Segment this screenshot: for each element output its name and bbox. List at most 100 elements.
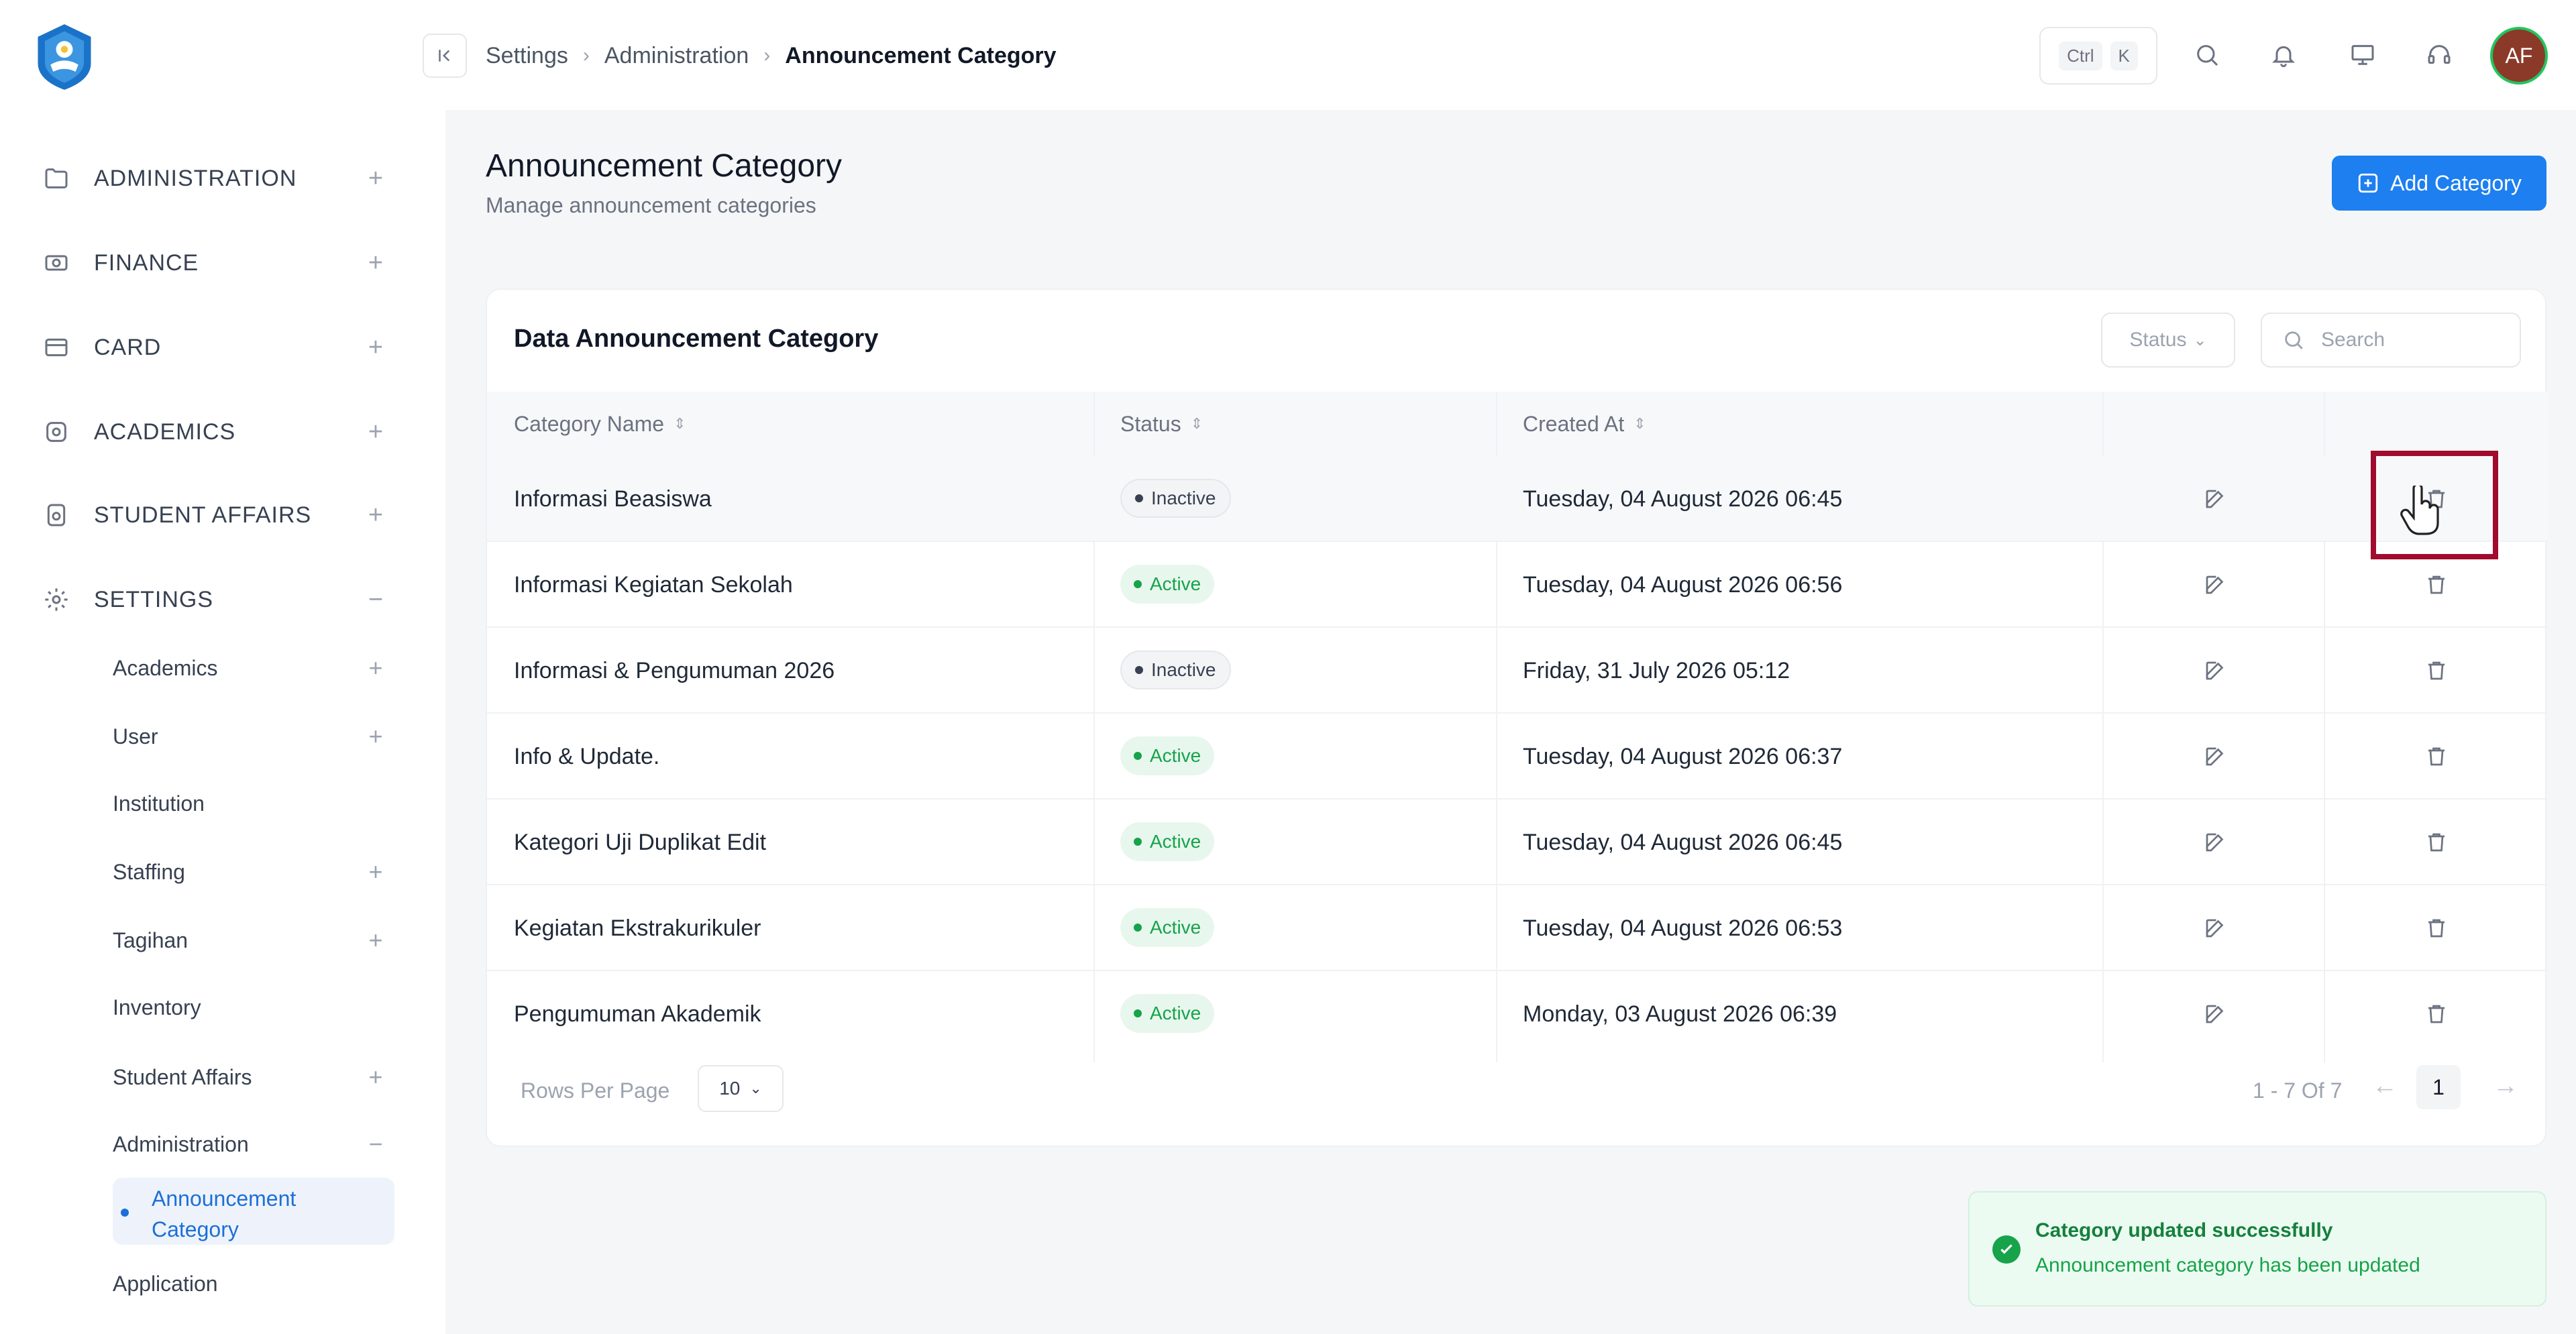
category-name: Informasi Beasiswa	[514, 486, 712, 512]
prev-page-arrow-icon[interactable]: ←	[2372, 1072, 2398, 1101]
table-row: Info & Update. Active Tuesday, 04 August…	[487, 714, 2548, 799]
table-header: Category Name ⇕ Status ⇕ Created At ⇕	[487, 392, 2548, 456]
folder-icon	[40, 162, 72, 194]
edit-icon	[2206, 575, 2224, 594]
breadcrumb: Settings › Administration › Announcement…	[486, 39, 1057, 72]
expand-icon: +	[368, 417, 384, 446]
collapse-left-icon	[439, 50, 450, 62]
sidebar-item-inventory[interactable]: Inventory	[113, 986, 389, 1029]
status-badge: Active	[1120, 565, 1215, 604]
search-button[interactable]	[2188, 36, 2226, 74]
delete-button[interactable]	[2419, 911, 2454, 946]
sidebar-item-label: Administration	[113, 1131, 249, 1156]
sidebar-item-label: Application	[113, 1271, 218, 1296]
status-filter-label: Status	[2129, 329, 2187, 351]
delete-button[interactable]	[2419, 825, 2454, 860]
delete-button[interactable]	[2419, 739, 2454, 774]
nav-card[interactable]: CARD +	[40, 323, 389, 372]
notifications-button[interactable]	[2265, 36, 2302, 74]
student-affairs-icon	[40, 499, 72, 531]
sidebar-item-label: Student Affairs	[113, 1064, 252, 1089]
edit-icon	[2206, 747, 2224, 766]
column-header-status[interactable]: Status ⇕	[1120, 392, 1203, 456]
command-search-button[interactable]: Ctrl K	[2039, 27, 2157, 85]
edit-button[interactable]	[2198, 653, 2233, 688]
sidebar-item-label: Staffing	[113, 859, 185, 884]
status-filter-select[interactable]: Status ⌄	[2101, 313, 2235, 368]
headset-icon	[2428, 45, 2451, 64]
avatar[interactable]: AF	[2490, 27, 2548, 85]
edit-button[interactable]	[2198, 825, 2233, 860]
collapse-icon: −	[368, 1130, 383, 1158]
edit-button[interactable]	[2198, 739, 2233, 774]
hand-cursor-icon	[2400, 486, 2439, 535]
edit-icon	[2206, 1005, 2224, 1023]
edit-icon	[2206, 833, 2224, 852]
status-badge: Inactive	[1120, 651, 1231, 689]
expand-icon: +	[368, 722, 383, 750]
display-button[interactable]	[2344, 36, 2381, 74]
sidebar-item-user[interactable]: User +	[113, 715, 389, 758]
chevron-down-icon: ⌄	[749, 1080, 762, 1097]
category-name: Info & Update.	[514, 743, 660, 769]
monitor-icon	[2351, 45, 2374, 65]
sidebar-item-announcement-category[interactable]: Announcement Category	[113, 1178, 394, 1245]
nav-label: ADMINISTRATION	[94, 165, 297, 191]
category-name: Pengumuman Akademik	[514, 1001, 761, 1027]
edit-button[interactable]	[2198, 911, 2233, 946]
edit-button[interactable]	[2198, 482, 2233, 516]
nav-label: ACADEMICS	[94, 419, 236, 445]
column-label: Category Name	[514, 411, 665, 436]
nav-student-affairs[interactable]: STUDENT AFFAIRS +	[40, 491, 389, 539]
sidebar-item-label: Institution	[113, 791, 205, 816]
institution-logo[interactable]	[30, 21, 99, 91]
edit-icon	[2206, 661, 2224, 680]
category-name: Informasi Kegiatan Sekolah	[514, 571, 793, 598]
breadcrumb-settings[interactable]: Settings	[486, 43, 568, 69]
sidebar-item-institution[interactable]: Institution	[113, 782, 389, 825]
nav-administration[interactable]: ADMINISTRATION +	[40, 154, 389, 203]
expand-icon: +	[368, 654, 383, 681]
status-badge: Inactive	[1120, 479, 1231, 518]
breadcrumb-current: Announcement Category	[785, 42, 1057, 68]
trash-icon	[2428, 661, 2445, 680]
search-input[interactable]: Search	[2261, 313, 2521, 368]
page-number-button[interactable]: 1	[2416, 1065, 2461, 1109]
breadcrumb-administration[interactable]: Administration	[604, 43, 749, 69]
rows-per-page-select[interactable]: 10 ⌄	[698, 1065, 784, 1112]
trash-icon	[2428, 575, 2445, 594]
sidebar-item-staffing[interactable]: Staffing +	[113, 850, 389, 893]
delete-button[interactable]	[2419, 567, 2454, 602]
sidebar-item-administration[interactable]: Administration −	[113, 1123, 389, 1166]
check-circle-icon	[1992, 1235, 2021, 1264]
edit-icon	[2206, 919, 2224, 938]
edit-button[interactable]	[2198, 567, 2233, 602]
delete-button[interactable]	[2419, 997, 2454, 1032]
bell-icon	[2272, 46, 2295, 68]
table-row: Kategori Uji Duplikat Edit Active Tuesda…	[487, 799, 2548, 885]
column-header-created[interactable]: Created At ⇕	[1523, 392, 1646, 456]
sidebar-item-student-affairs[interactable]: Student Affairs +	[113, 1056, 389, 1099]
sidebar-item-tagihan[interactable]: Tagihan +	[113, 919, 389, 962]
delete-button[interactable]	[2419, 653, 2454, 688]
kbd-ctrl: Ctrl	[2059, 41, 2102, 70]
search-placeholder: Search	[2321, 329, 2385, 351]
table-row: Informasi Beasiswa Inactive Tuesday, 04 …	[487, 456, 2548, 542]
nav-settings[interactable]: SETTINGS −	[40, 575, 389, 624]
pagination-range: 1 - 7 Of 7	[2253, 1078, 2343, 1103]
table-row: Kegiatan Ekstrakurikuler Active Tuesday,…	[487, 885, 2548, 971]
expand-icon: +	[368, 500, 384, 529]
sidebar-item-academics[interactable]: Academics +	[113, 647, 389, 689]
column-header-name[interactable]: Category Name ⇕	[514, 392, 686, 456]
edit-button[interactable]	[2198, 997, 2233, 1032]
collapse-sidebar-button[interactable]	[423, 34, 467, 78]
nav-academics[interactable]: ACADEMICS +	[40, 408, 389, 456]
created-at: Monday, 03 August 2026 06:39	[1523, 1001, 1837, 1027]
created-at: Tuesday, 04 August 2026 06:37	[1523, 743, 1843, 769]
nav-finance[interactable]: FINANCE +	[40, 239, 389, 287]
next-page-arrow-icon[interactable]: →	[2493, 1072, 2518, 1101]
nav-label: STUDENT AFFAIRS	[94, 502, 312, 528]
add-category-button[interactable]: Add Category	[2332, 156, 2546, 211]
support-button[interactable]	[2420, 36, 2458, 74]
sidebar-item-application[interactable]: Application	[113, 1262, 389, 1305]
